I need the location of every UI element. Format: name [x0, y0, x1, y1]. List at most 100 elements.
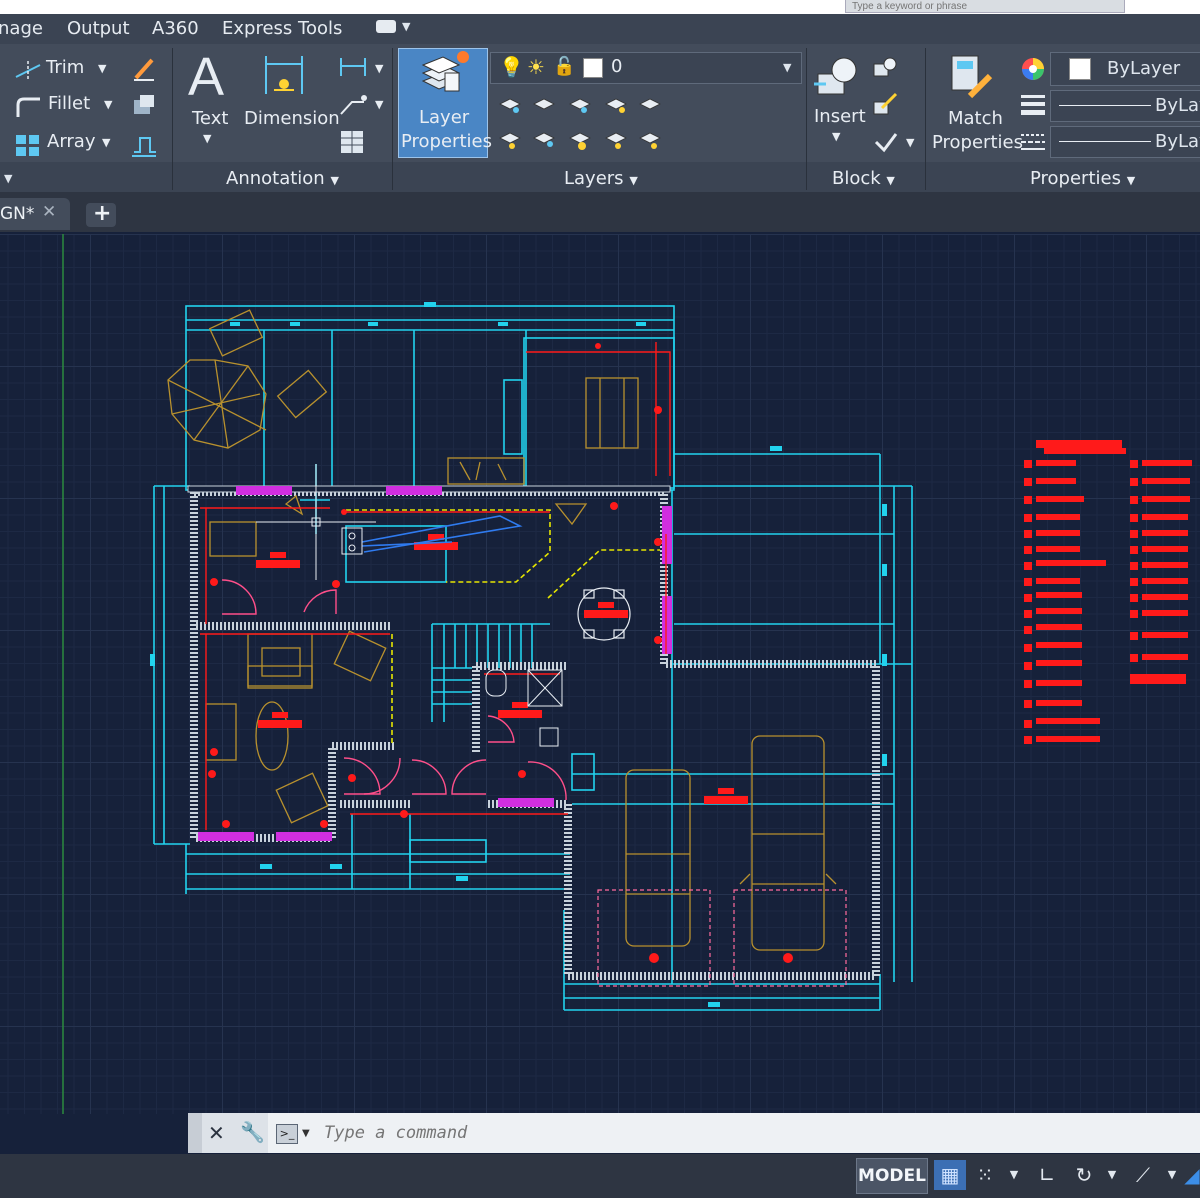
chevron-down-icon[interactable]: ▼ — [302, 1128, 310, 1139]
insert-block-icon — [814, 57, 857, 95]
layer-properties-label: Layer — [419, 107, 470, 128]
chevron-down-icon[interactable]: ▼ — [906, 136, 914, 149]
trim-label: Trim — [46, 57, 85, 78]
linetype-dropdown[interactable]: ByLay — [1050, 126, 1200, 158]
tab-manage[interactable]: nage — [0, 18, 43, 39]
layer-color-swatch — [583, 58, 603, 78]
chevron-down-icon[interactable]: ▼ — [104, 98, 112, 111]
lock-icon: 🔓 — [553, 56, 576, 77]
chevron-down-icon: ▼ — [783, 61, 792, 74]
create-block-icon[interactable] — [872, 56, 898, 80]
chevron-down-icon[interactable]: ▼ — [1004, 1160, 1024, 1190]
layer-properties-button[interactable]: Layer Properties — [398, 48, 492, 158]
linear-dimension-icon[interactable] — [338, 56, 368, 78]
new-tab-button[interactable]: + — [86, 201, 116, 227]
insert-label: Insert — [814, 106, 866, 127]
polar-icon[interactable]: ↻ — [1068, 1160, 1100, 1190]
command-line-grip[interactable] — [188, 1113, 202, 1153]
table-icon[interactable] — [340, 130, 364, 154]
close-icon[interactable]: ✕ — [42, 202, 56, 222]
attribute-icon[interactable] — [872, 130, 898, 154]
command-prompt-icon[interactable]: >_ — [276, 1124, 298, 1144]
chevron-down-icon[interactable]: ▼ — [4, 172, 12, 185]
snap-icon[interactable]: ⁙ — [970, 1160, 1000, 1190]
match-label-2: Properties — [932, 132, 1023, 153]
fillet-label: Fillet — [48, 93, 91, 114]
offset-icon[interactable] — [130, 130, 158, 158]
tab-a360[interactable]: A360 — [152, 18, 199, 39]
current-layer-name: 0 — [611, 56, 623, 77]
plus-icon: + — [93, 201, 112, 226]
array-icon — [16, 135, 39, 156]
lineweight-dropdown[interactable]: ByLay — [1050, 90, 1200, 122]
linetype-value: ByLay — [1155, 131, 1200, 152]
annotation-tags — [208, 343, 793, 963]
copy-icon[interactable] — [130, 92, 158, 120]
lineweight-value: ByLay — [1155, 95, 1200, 116]
dimension-label: Dimension — [244, 108, 340, 129]
object-snap-icon[interactable]: ◢ — [1184, 1160, 1200, 1190]
panel-title-layers[interactable]: Layers ▼ — [564, 168, 638, 189]
panel-title-annotation[interactable]: Annotation ▼ — [226, 168, 339, 189]
chevron-down-icon[interactable]: ▼ — [375, 98, 383, 111]
chevron-down-icon[interactable]: ▼ — [832, 130, 840, 143]
chevron-down-icon[interactable]: ▼ — [402, 20, 410, 33]
dimension-ticks — [150, 302, 887, 1007]
edit-block-icon[interactable] — [872, 92, 898, 116]
match-properties-button[interactable]: Match Properties — [930, 50, 1023, 154]
line-preview — [1059, 141, 1151, 142]
chevron-down-icon[interactable]: ▼ — [203, 132, 211, 145]
text-label: Text — [192, 108, 229, 129]
ribbon-tab-bar: nage Output A360 Express Tools ▼ — [0, 14, 1200, 44]
layer-properties-label-2: Properties — [401, 131, 492, 152]
close-icon[interactable]: ✕ — [208, 1121, 225, 1145]
dimension-icon — [265, 56, 303, 94]
grid-icon[interactable]: ▦ — [934, 1160, 966, 1190]
dimension-lines — [153, 305, 913, 1011]
panel-title-properties[interactable]: Properties ▼ — [1030, 168, 1135, 189]
doors — [221, 579, 567, 801]
linetype-icon[interactable] — [1020, 130, 1046, 154]
panel-title-block[interactable]: Block ▼ — [832, 168, 895, 189]
tab-drawing[interactable]: GN* ✕ — [0, 198, 70, 230]
layer-dropdown[interactable]: 💡 ☀ 🔓 0 ▼ — [490, 52, 802, 84]
insert-button[interactable]: Insert ▼ — [810, 50, 866, 150]
erase-icon[interactable] — [130, 56, 158, 84]
fillet-icon — [16, 97, 40, 117]
leader-icon[interactable] — [338, 92, 368, 116]
chevron-down-icon[interactable]: ▼ — [1102, 1160, 1122, 1190]
color-wheel-icon[interactable] — [1020, 56, 1046, 82]
dimension-button[interactable]: Dimension — [242, 50, 340, 150]
tab-output[interactable]: Output — [67, 18, 130, 39]
array-label: Array — [47, 131, 96, 152]
chevron-down-icon[interactable]: ▼ — [102, 136, 110, 149]
chevron-down-icon[interactable]: ▼ — [1162, 1160, 1182, 1190]
document-tab-bar — [0, 192, 1200, 232]
trim-icon — [15, 61, 41, 79]
line-preview — [1059, 105, 1151, 106]
wrench-icon[interactable]: 🔧 — [240, 1120, 265, 1144]
color-value: ByLayer — [1107, 58, 1181, 79]
text-icon: A — [188, 47, 225, 107]
ribbon-toggle-icon[interactable] — [376, 20, 396, 33]
color-dropdown[interactable]: ByLayer — [1050, 52, 1200, 86]
model-space-button[interactable]: MODEL — [856, 1158, 928, 1194]
tab-drawing-label: GN* — [0, 204, 35, 224]
command-input[interactable] — [324, 1122, 1184, 1144]
tab-express-tools[interactable]: Express Tools — [222, 18, 342, 39]
lineweight-icon[interactable] — [1020, 92, 1046, 116]
ortho-icon[interactable]: ∟ — [1032, 1160, 1062, 1190]
lightbulb-icon: 💡 — [499, 55, 524, 79]
chevron-down-icon[interactable]: ▼ — [375, 62, 383, 75]
floor-plan — [62, 234, 1192, 1114]
match-properties-icon — [951, 55, 993, 99]
chevron-down-icon[interactable]: ▼ — [98, 62, 106, 75]
color-swatch — [1069, 58, 1091, 80]
text-button[interactable]: A Text ▼ — [186, 47, 232, 150]
match-label: Match — [948, 108, 1003, 129]
layer-properties-icon — [421, 51, 469, 92]
search-input[interactable] — [845, 0, 1125, 13]
layer-tools[interactable] — [494, 90, 674, 156]
legend — [1024, 440, 1192, 744]
object-snap-tracking-icon[interactable]: ⟋ — [1128, 1160, 1158, 1190]
